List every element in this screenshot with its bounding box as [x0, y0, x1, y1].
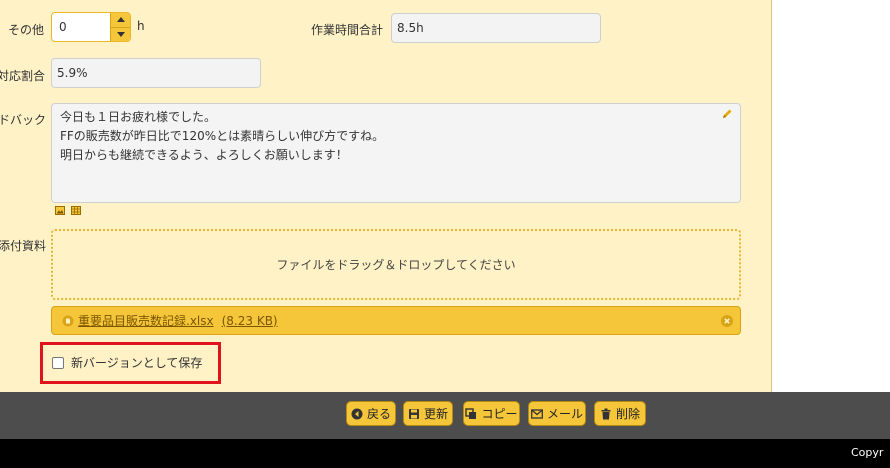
mail-label: メール: [546, 407, 583, 421]
ratio-value: 5.9%: [57, 66, 88, 80]
pencil-icon[interactable]: [721, 108, 733, 120]
copy-button[interactable]: コピー: [463, 401, 520, 426]
table-icon[interactable]: [71, 206, 81, 215]
page-footer: [0, 439, 890, 468]
other-hours-value: 0: [59, 20, 67, 34]
hours-spinner: [110, 13, 130, 41]
mail-icon: [531, 408, 543, 419]
new-version-checkbox[interactable]: [52, 356, 64, 369]
copy-label: コピー: [481, 407, 518, 421]
new-version-option[interactable]: 新バージョンとして保存: [52, 354, 202, 371]
close-circle-icon[interactable]: [721, 315, 733, 327]
copyright-text: Copyr: [851, 446, 884, 459]
file-dropzone[interactable]: ファイルをドラッグ＆ドロップしてください: [51, 229, 741, 300]
new-version-label: 新バージョンとして保存: [71, 356, 203, 370]
feedback-line: FFの販売数が昨日比で120%とは素晴らしい伸び方ですね。: [60, 129, 385, 143]
total-hours-field: 8.5h: [391, 13, 601, 43]
attachment-size: (8.23 KB): [221, 313, 278, 328]
ratio-label: 対応割合: [0, 69, 46, 83]
feedback-label: ドバック: [0, 113, 47, 127]
feedback-line: 今日も１日お疲れ様でした。: [60, 110, 217, 124]
delete-button[interactable]: 削除: [594, 401, 646, 426]
image-icon[interactable]: [55, 206, 65, 215]
attachment-item: 重要品目販売数記録.xlsx (8.23 KB): [51, 306, 741, 335]
back-button[interactable]: 戻る: [346, 401, 396, 426]
dropzone-text: ファイルをドラッグ＆ドロップしてください: [276, 258, 516, 272]
total-hours-value: 8.5h: [397, 21, 424, 35]
chevron-up-icon[interactable]: [111, 13, 130, 27]
trash-icon: [601, 408, 611, 419]
feedback-textarea[interactable]: 今日も１日お疲れ様でした。 FFの販売数が昨日比で120%とは素晴らしい伸び方で…: [51, 103, 741, 203]
file-icon: [62, 315, 74, 326]
total-hours-label: 作業時間合計: [311, 23, 384, 37]
update-label: 更新: [423, 407, 448, 421]
attachment-filename-link[interactable]: 重要品目販売数記録.xlsx: [78, 312, 214, 329]
attachments-label: 添付資料: [0, 239, 47, 253]
update-button[interactable]: 更新: [403, 401, 453, 426]
ratio-field: 5.9%: [51, 58, 261, 88]
other-hours-label: その他: [8, 23, 45, 37]
mail-button[interactable]: メール: [528, 401, 586, 426]
hours-unit: h: [137, 19, 145, 33]
feedback-line: 明日からも継続できるよう、よろしくお願いします！: [60, 148, 348, 162]
back-label: 戻る: [366, 407, 391, 421]
chevron-down-icon[interactable]: [111, 26, 130, 42]
copy-icon: [465, 407, 477, 419]
save-icon: [408, 408, 419, 419]
other-hours-input[interactable]: 0: [51, 12, 131, 42]
back-icon: [351, 408, 363, 419]
delete-label: 削除: [615, 407, 640, 421]
